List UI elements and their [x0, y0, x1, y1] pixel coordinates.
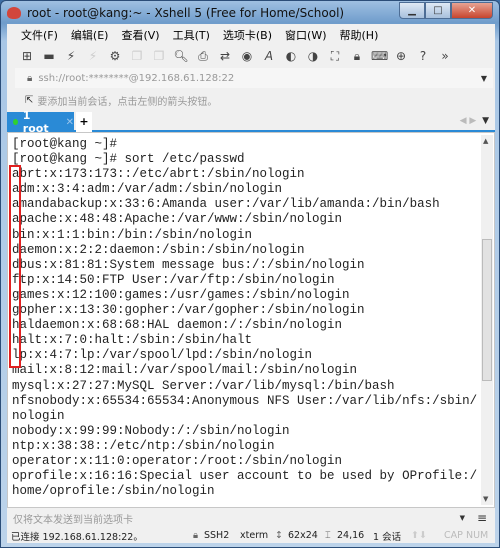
- highlight-box: [9, 165, 21, 368]
- session-hint: ⇱ 要添加当前会话，点击左侧的箭头按钮。: [15, 90, 217, 110]
- lock-icon: 🔒︎: [27, 72, 33, 84]
- terminal-line: halt:x:7:0:halt:/sbin:/sbin/halt: [12, 333, 253, 348]
- window-title: root - root@kang:~ - Xshell 5 (Free for …: [27, 6, 345, 20]
- tab-root[interactable]: 1 root ✕: [7, 109, 74, 135]
- xshell-window: root - root@kang:~ - Xshell 5 (Free for …: [0, 0, 500, 548]
- terminal-line: [root@kang ~]#: [12, 137, 118, 151]
- menu-edit[interactable]: 编辑(E): [71, 27, 109, 43]
- menu-bar: 文件(F) 编辑(E) 查看(V) 工具(T) 选项卡(B) 窗口(W) 帮助(…: [7, 24, 495, 45]
- tab-bar: 1 root ✕ + ◀ ▶ ▼: [7, 109, 495, 135]
- connect-icon[interactable]: ⚡: [63, 49, 79, 63]
- send-bar[interactable]: 仅将文本发送到当前选项卡 ▼ ≡: [7, 508, 495, 528]
- fullscreen-icon[interactable]: ⛶: [327, 49, 343, 64]
- terminal-line: dbus:x:81:81:System message bus:/:/sbin/…: [12, 257, 365, 272]
- minimize-button[interactable]: ▁: [399, 2, 425, 19]
- menu-window[interactable]: 窗口(W): [285, 27, 326, 43]
- terminal-line: gopher:x:13:30:gopher:/var/gopher:/sbin/…: [12, 303, 365, 318]
- terminal-line: nfsnobody:x:65534:65534:Anonymous NFS Us…: [12, 393, 478, 408]
- disconnect-icon[interactable]: ⚡: [85, 49, 101, 63]
- terminal-line: abrt:x:173:173::/etc/abrt:/sbin/nologin: [12, 167, 305, 182]
- terminal-line: ftp:x:14:50:FTP User:/var/ftp:/sbin/nolo…: [12, 272, 335, 287]
- menu-icon[interactable]: ≡: [477, 511, 487, 525]
- arrow-up-down-icon: ⬆⬇: [411, 530, 427, 541]
- address-value[interactable]: ssh://root:********@192.168.61.128:22: [38, 73, 234, 84]
- send-bar-text[interactable]: 仅将文本发送到当前选项卡: [13, 511, 133, 526]
- tab-navigation[interactable]: ◀ ▶ ▼: [460, 116, 489, 126]
- menu-help[interactable]: 帮助(H): [340, 27, 379, 43]
- more-icon[interactable]: »: [437, 49, 453, 63]
- close-button[interactable]: ✕: [451, 2, 493, 19]
- terminal-size: 62x24: [288, 530, 318, 541]
- terminal-line: amandabackup:x:33:6:Amanda user:/var/lib…: [12, 197, 440, 212]
- close-tab-icon[interactable]: ✕: [66, 117, 74, 128]
- terminal-line: adm:x:3:4:adm:/var/adm:/sbin/nologin: [12, 182, 283, 197]
- caps-lock-indicator: CAP: [444, 530, 463, 541]
- connection-status: 已连接 192.168.61.128:22。: [11, 531, 143, 543]
- cursor-icon: ⌶: [325, 530, 331, 541]
- terminal-line: daemon:x:2:2:daemon:/sbin:/sbin/nologin: [12, 242, 305, 257]
- menu-tab[interactable]: 选项卡(B): [223, 27, 272, 43]
- keyboard-icon[interactable]: ⌨: [371, 49, 388, 63]
- menu-file[interactable]: 文件(F): [21, 27, 58, 43]
- new-session-icon[interactable]: ⊞: [19, 49, 35, 63]
- scroll-up-icon[interactable]: ▲: [483, 137, 488, 145]
- open-folder-icon[interactable]: ▬: [41, 49, 57, 63]
- add-session-arrow-icon[interactable]: ⇱: [25, 95, 33, 106]
- add-tab-button[interactable]: +: [76, 112, 92, 132]
- chevron-down-icon[interactable]: ▼: [460, 514, 465, 522]
- terminal-line: haldaemon:x:68:68:HAL daemon:/:/sbin/nol…: [12, 318, 343, 333]
- terminal-line: ntp:x:38:38::/etc/ntp:/sbin/nologin: [12, 438, 275, 453]
- paste-icon[interactable]: ❐: [151, 49, 167, 63]
- font-icon[interactable]: A: [261, 49, 277, 63]
- chevron-down-icon[interactable]: ▼: [481, 74, 487, 83]
- find-icon[interactable]: 🔍︎: [173, 49, 189, 63]
- properties-icon[interactable]: ⚙: [107, 49, 123, 63]
- status-bar: 已连接 192.168.61.128:22。 🔒︎ SSH2 xterm ↕ 6…: [7, 528, 495, 543]
- terminal-line: [root@kang ~]# sort /etc/passwd: [12, 152, 245, 167]
- terminal-line: nologin: [12, 408, 65, 423]
- terminal-line: lp:x:4:7:lp:/var/spool/lpd:/sbin/nologin: [12, 348, 313, 363]
- num-lock-indicator: NUM: [466, 530, 489, 541]
- terminal-output[interactable]: [root@kang ~]# [root@kang ~]# sort /etc/p…: [12, 137, 477, 499]
- scroll-down-icon[interactable]: ▼: [483, 495, 488, 503]
- print-icon[interactable]: ⎙: [195, 49, 211, 64]
- help-icon[interactable]: ?: [415, 49, 431, 63]
- maximize-button[interactable]: □: [425, 2, 451, 19]
- menu-tools[interactable]: 工具(T): [173, 27, 210, 43]
- terminal-line: nobody:x:99:99:Nobody:/:/sbin/nologin: [12, 423, 290, 438]
- title-bar: root - root@kang:~ - Xshell 5 (Free for …: [7, 4, 344, 22]
- lock-icon: 🔒︎: [193, 530, 199, 541]
- terminal-line: bin:x:1:1:bin:/bin:/sbin/nologin: [12, 227, 253, 242]
- terminal-line: home/oprofile:/sbin/nologin: [12, 484, 215, 499]
- scrollbar-thumb[interactable]: [482, 239, 492, 381]
- toolbar: ⊞ ▬ ⚡ ⚡ ⚙ ❐ ❐ 🔍︎ ⎙ ⇄ ◉ A ◐ ◑ ⛶ 🔒︎ ⌨ ⊕ ? …: [7, 45, 495, 67]
- lock-icon[interactable]: 🔒︎: [349, 49, 365, 64]
- terminal-line: apache:x:48:48:Apache:/var/www:/sbin/nol…: [12, 212, 343, 227]
- terminal-line: operator:x:11:0:operator:/root:/sbin/nol…: [12, 453, 343, 468]
- terminal-type: xterm: [240, 530, 269, 541]
- hint-text: 要添加当前会话，点击左侧的箭头按钮。: [37, 96, 218, 108]
- new-tab-icon[interactable]: ⊕: [393, 49, 409, 63]
- terminal-line: mail:x:8:12:mail:/var/spool/mail:/sbin/n…: [12, 363, 358, 378]
- menu-view[interactable]: 查看(V): [121, 27, 159, 43]
- xshell-logo-icon: [7, 7, 21, 19]
- globe-icon[interactable]: ◉: [239, 49, 255, 63]
- terminal-line: mysql:x:27:27:MySQL Server:/var/lib/mysq…: [12, 378, 395, 393]
- xftp-icon[interactable]: ◐: [283, 49, 299, 63]
- connected-status-icon: [13, 119, 18, 125]
- cursor-position: 24,16: [337, 530, 365, 541]
- protocol: SSH2: [204, 530, 230, 541]
- size-icon: ↕: [275, 530, 283, 541]
- terminal[interactable]: [root@kang ~]# [root@kang ~]# sort /etc/p…: [7, 132, 495, 508]
- terminal-line: oprofile:x:16:16:Special user account to…: [12, 469, 478, 484]
- copy-icon[interactable]: ❐: [129, 49, 145, 63]
- xmanager-icon[interactable]: ◑: [305, 49, 321, 63]
- transfer-icon[interactable]: ⇄: [217, 49, 233, 63]
- terminal-line: games:x:12:100:games:/usr/games:/sbin/no…: [12, 287, 350, 302]
- scrollbar[interactable]: ▲ ▼: [481, 135, 493, 505]
- address-bar[interactable]: 🔒︎ ssh://root:********@192.168.61.128:22…: [15, 68, 493, 88]
- session-count: 1 会话: [373, 531, 402, 543]
